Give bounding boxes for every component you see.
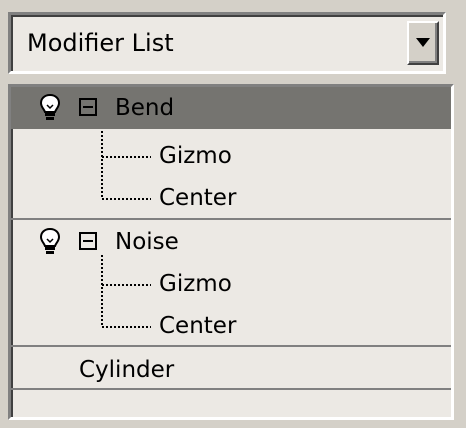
modifier-list-dropdown[interactable]: Modifier List <box>8 12 446 74</box>
modifier-name: Noise <box>115 229 179 255</box>
collapse-icon[interactable] <box>79 232 97 250</box>
sub-object-label: Gizmo <box>159 143 232 169</box>
sub-object-row-center[interactable]: Center <box>11 177 451 219</box>
sub-object-label: Gizmo <box>159 271 232 297</box>
sub-object-label: Center <box>159 313 237 339</box>
lightbulb-icon[interactable] <box>39 227 61 255</box>
sub-object-row-center[interactable]: Center <box>11 305 451 347</box>
modifier-separator <box>11 388 451 390</box>
modifier-separator <box>11 218 451 220</box>
modifier-name: Bend <box>115 95 175 121</box>
chevron-down-icon <box>416 38 430 47</box>
modifier-panel: Modifier List Bend Gizmo Center Noise Gi… <box>0 0 466 428</box>
base-object-row[interactable]: Cylinder <box>11 349 451 391</box>
modifier-separator <box>11 345 451 347</box>
lightbulb-icon[interactable] <box>39 93 61 121</box>
sub-object-row-gizmo[interactable]: Gizmo <box>11 263 451 305</box>
base-object-label: Cylinder <box>79 357 175 383</box>
sub-object-label: Center <box>159 185 237 211</box>
sub-object-row-gizmo[interactable]: Gizmo <box>11 135 451 177</box>
modifier-row-noise[interactable]: Noise <box>11 221 451 263</box>
collapse-icon[interactable] <box>79 98 97 116</box>
dropdown-arrow-button[interactable] <box>407 21 439 65</box>
modifier-list-label: Modifier List <box>27 29 174 57</box>
modifier-row-bend[interactable]: Bend <box>11 87 451 129</box>
modifier-stack-list[interactable]: Bend Gizmo Center Noise Gizmo Center Cyl… <box>8 84 454 420</box>
